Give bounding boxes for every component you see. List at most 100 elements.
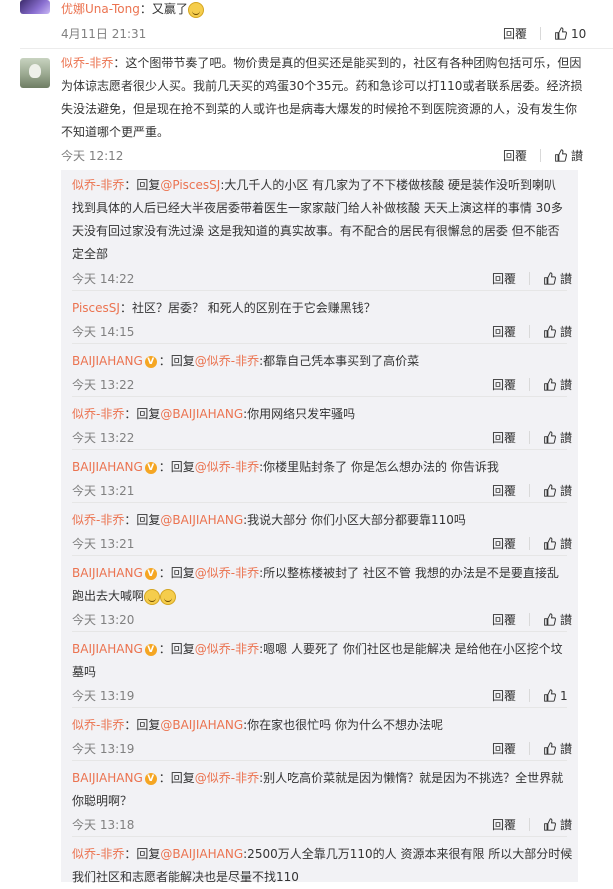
username-link[interactable]: BAIJIAHANG — [72, 354, 143, 368]
laugh-cry-emoji-icon — [144, 588, 161, 605]
like-label[interactable]: 讃 — [560, 816, 572, 833]
reply-divider — [72, 760, 567, 761]
mention-link[interactable]: @似乔-非乔 — [195, 771, 259, 785]
thumbs-up-icon[interactable] — [543, 378, 556, 391]
reply-text: BAIJIAHANG V ：回复@似乔-非乔:别人吃高价菜就是因为懒惰？就是因为不挑… — [72, 767, 567, 813]
avatar[interactable] — [20, 0, 50, 14]
username-link[interactable]: BAIJIAHANG — [72, 460, 143, 474]
reply-actions: 回覆 讃 — [492, 429, 572, 446]
mention-link[interactable]: @似乔-非乔 — [195, 566, 259, 580]
mention-link[interactable]: @似乔-非乔 — [195, 354, 259, 368]
thumbs-up-icon[interactable] — [543, 325, 556, 338]
username-link[interactable]: 似乔-非乔 — [72, 178, 124, 192]
reply-text: BAIJIAHANG V ：回复@似乔-非乔:都靠自己凭本事买到了高价菜 — [72, 350, 567, 373]
mention-link[interactable]: @BAIJIAHANG — [160, 847, 243, 861]
reply-button[interactable]: 回覆 — [503, 25, 527, 42]
avatar[interactable] — [20, 58, 50, 88]
reply-body: :你在家也很忙吗 你为什么不想办法呢 — [243, 718, 443, 732]
comment-actions: 回覆 10 — [503, 25, 586, 42]
like-label[interactable]: 讃 — [560, 376, 572, 393]
reply-divider — [72, 555, 567, 556]
reply-actions: 回覆 讃 — [492, 376, 572, 393]
divider — [529, 272, 531, 285]
like-label[interactable]: 1 — [560, 689, 568, 703]
thumbs-up-icon[interactable] — [543, 613, 556, 626]
reply-button[interactable]: 回覆 — [492, 376, 516, 393]
like-label[interactable]: 讃 — [560, 611, 572, 628]
thumbs-up-icon[interactable] — [543, 431, 556, 444]
reply-text: BAIJIAHANG V ：回复@似乔-非乔:你楼里贴封条了 你是怎么想办法的 你告… — [72, 456, 567, 479]
like-label[interactable]: 讃 — [571, 147, 583, 164]
reply-actions: 回覆 讃 — [492, 482, 572, 499]
reply-actions: 回覆 讃 — [492, 323, 572, 340]
thumbs-up-icon[interactable] — [543, 272, 556, 285]
reply-button[interactable]: 回覆 — [492, 270, 516, 287]
username-link[interactable]: BAIJIAHANG — [72, 566, 143, 580]
reply-button[interactable]: 回覆 — [492, 687, 516, 704]
reply-actions: 回覆 讃 — [492, 816, 572, 833]
reply-body: :我说大部分 你们小区大部分都要靠110吗 — [243, 513, 466, 527]
reply-button[interactable]: 回覆 — [492, 482, 516, 499]
reply-body: :都靠自己凭本事买到了高价菜 — [259, 354, 420, 368]
comment-body: 不知道哪个更严重。 — [61, 125, 170, 139]
reply-button[interactable]: 回覆 — [492, 611, 516, 628]
divider — [529, 818, 531, 831]
thumbs-up-icon[interactable] — [543, 818, 556, 831]
like-label[interactable]: 讃 — [560, 482, 572, 499]
mention-link[interactable]: @似乔-非乔 — [195, 642, 259, 656]
reply-button[interactable]: 回覆 — [492, 535, 516, 552]
username-link[interactable]: 似乔-非乔 — [72, 718, 124, 732]
divider — [529, 325, 531, 338]
reply-body: :2500万人全靠几万110的人 资源本来很有限 所以大部分时候 — [243, 847, 573, 861]
reply-button[interactable]: 回覆 — [503, 147, 527, 164]
reply-button[interactable]: 回覆 — [492, 323, 516, 340]
timestamp: 今天 13:22 — [72, 378, 135, 392]
reply-button[interactable]: 回覆 — [492, 740, 516, 757]
thumbs-up-icon[interactable] — [543, 537, 556, 550]
verified-v-icon: V — [144, 461, 157, 474]
reply-divider — [72, 707, 567, 708]
username-link[interactable]: 似乔-非乔 — [72, 407, 124, 421]
like-label[interactable]: 讃 — [560, 323, 572, 340]
username-link[interactable]: 似乔-非乔 — [72, 847, 124, 861]
mention-link[interactable]: @BAIJIAHANG — [160, 718, 243, 732]
comment-body: 又赢了 — [151, 2, 188, 16]
username-link[interactable]: PiscesSJ — [72, 301, 120, 315]
timestamp: 今天 13:19 — [72, 689, 135, 703]
like-label[interactable]: 讃 — [560, 429, 572, 446]
verified-v-icon: V — [144, 567, 157, 580]
reply-button[interactable]: 回覆 — [492, 429, 516, 446]
username-link[interactable]: 似乔-非乔 — [61, 56, 113, 70]
reply-prefix: ：回复 — [124, 407, 161, 421]
like-label[interactable]: 讃 — [560, 270, 572, 287]
reply-body: 天没有回过家没有洗过澡 这是我知道的真实故事。有不配合的居民有很懈怠的居委 但不… — [72, 224, 560, 238]
like-label[interactable]: 讃 — [560, 535, 572, 552]
thumbs-up-icon[interactable] — [554, 27, 567, 40]
username-link[interactable]: BAIJIAHANG — [72, 642, 143, 656]
like-label[interactable]: 讃 — [560, 740, 572, 757]
thumbs-up-icon[interactable] — [554, 149, 567, 162]
reply-button[interactable]: 回覆 — [492, 816, 516, 833]
thumbs-up-icon[interactable] — [543, 689, 556, 702]
timestamp: 4月11日 21:31 — [61, 27, 147, 41]
username-link[interactable]: BAIJIAHANG — [72, 771, 143, 785]
mention-link[interactable]: @PiscesSJ — [160, 178, 220, 192]
mention-link[interactable]: @BAIJIAHANG — [160, 513, 243, 527]
thumbs-up-icon[interactable] — [543, 742, 556, 755]
reply-divider — [72, 343, 567, 344]
reply-text: BAIJIAHANG V ：回复@似乔-非乔:嗯嗯 人要死了 你们社区也是能解决 是… — [72, 638, 567, 684]
like-count: 10 — [571, 26, 587, 41]
username-link[interactable]: 似乔-非乔 — [72, 513, 124, 527]
reply-body: :你用网络只发牢骚吗 — [243, 407, 356, 421]
verified-v-icon: V — [144, 772, 157, 785]
reply-prefix: ：回复 — [158, 460, 195, 474]
mention-link[interactable]: @BAIJIAHANG — [160, 407, 243, 421]
comment-body: 失没法避免，但是现在抢不到菜的人或许也是病毒大爆发的时候抢不到医院资源的人，没有… — [61, 102, 578, 116]
username-link[interactable]: 优娜Una-Tong — [61, 2, 140, 16]
reply-body: :别人吃高价菜就是因为懒惰？就是因为不挑选？全世界就 — [259, 771, 564, 785]
comment-body: ： — [139, 2, 152, 16]
verified-v-icon: V — [144, 643, 157, 656]
mention-link[interactable]: @似乔-非乔 — [195, 460, 259, 474]
reply-body: 你聪明啊？ — [72, 794, 133, 808]
thumbs-up-icon[interactable] — [543, 484, 556, 497]
